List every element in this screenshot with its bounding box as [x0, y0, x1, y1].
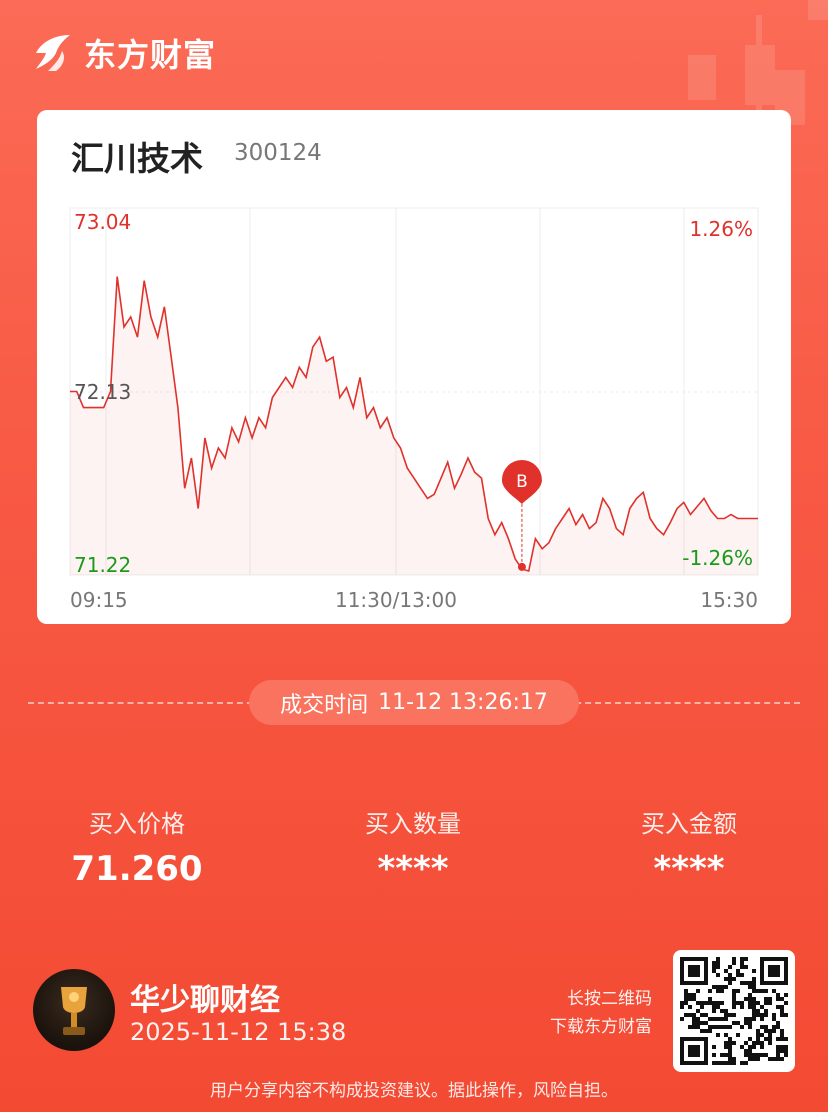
- price-low-label: 71.22: [74, 553, 131, 577]
- author-name[interactable]: 华少聊财经: [130, 975, 280, 1019]
- time-mid-label: 11:30/13:00: [335, 588, 457, 612]
- brand-name: 东方财富: [84, 36, 217, 74]
- qr-code[interactable]: [673, 950, 795, 1072]
- time-start-label: 09:15: [70, 588, 128, 612]
- stat-label: 买入数量: [365, 810, 461, 838]
- post-time: 2025-11-12 15:38: [130, 1018, 347, 1046]
- stat-buy-amount: 买入金额 ****: [559, 804, 819, 889]
- qr-hint: 长按二维码 下载东方财富: [550, 985, 652, 1041]
- stat-value: ****: [653, 849, 725, 889]
- qr-hint-line1: 长按二维码: [567, 989, 652, 1009]
- price-mid-label: 72.13: [74, 380, 131, 404]
- price-area: [70, 276, 758, 575]
- intraday-chart: B 73.04 72.13 71.22 1.26% -1.26% 09:15 1…: [69, 207, 759, 612]
- stat-label: 买入金额: [641, 810, 737, 838]
- pct-low-label: -1.26%: [682, 546, 753, 570]
- deal-time-label: 成交时间: [280, 692, 369, 718]
- qr-hint-line2: 下载东方财富: [550, 1017, 652, 1037]
- brand-logo: 东方财富: [32, 30, 216, 76]
- qr-code-icon: [680, 957, 788, 1065]
- stock-chart-card: 汇川技术 300124 B 73.04 72.13 71.22 1.26% -1…: [37, 110, 791, 624]
- trade-marker-dot: [517, 562, 526, 571]
- price-high-label: 73.04: [74, 210, 131, 234]
- disclaimer: 用户分享内容不构成投资建议。据此操作，风险自担。: [210, 1081, 618, 1101]
- stat-label: 买入价格: [89, 810, 185, 838]
- stat-value: ****: [377, 849, 449, 889]
- trade-marker-label: B: [516, 472, 528, 492]
- deal-time-value: 11-12 13:26:17: [378, 690, 548, 715]
- trophy-icon: [61, 987, 87, 1035]
- avatar[interactable]: [33, 969, 115, 1051]
- stat-buy-price: 买入价格 71.260: [7, 804, 267, 889]
- deal-time-pill: 成交时间 11-12 13:26:17: [249, 680, 579, 725]
- time-end-label: 15:30: [700, 588, 758, 612]
- stat-value: 71.260: [71, 849, 203, 889]
- trade-marker-pin: B: [501, 460, 542, 504]
- pct-high-label: 1.26%: [689, 217, 753, 241]
- flame-logo-icon: [36, 35, 70, 71]
- stat-buy-quantity: 买入数量 ****: [283, 804, 543, 889]
